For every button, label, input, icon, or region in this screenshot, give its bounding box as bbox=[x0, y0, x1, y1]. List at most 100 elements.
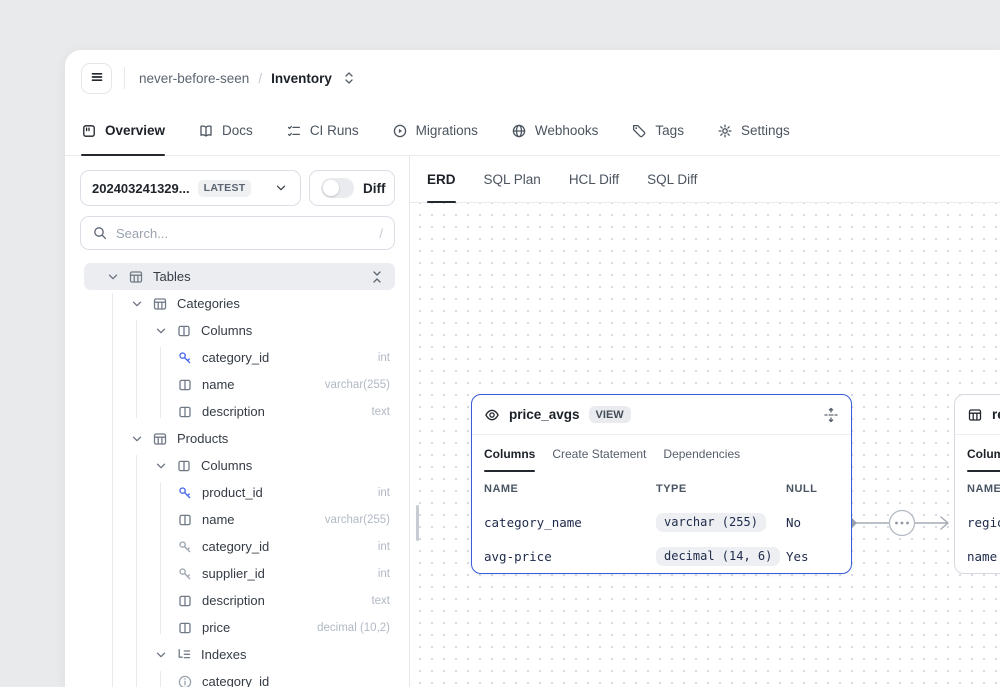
globe-icon bbox=[511, 123, 527, 139]
tree-item-product-id[interactable]: product_idint bbox=[80, 479, 395, 506]
tree-item-label: description bbox=[202, 404, 265, 419]
column-header-name: NAME bbox=[967, 472, 1000, 505]
panel-icon bbox=[81, 123, 97, 139]
tab-docs[interactable]: Docs bbox=[198, 106, 253, 155]
play-circle-icon bbox=[392, 123, 408, 139]
tree-item-label: Columns bbox=[201, 323, 252, 338]
tree-item-columns[interactable]: Columns bbox=[80, 452, 395, 479]
table-grid-icon bbox=[152, 431, 168, 447]
tree-item-indexes[interactable]: Indexes bbox=[80, 641, 395, 668]
tree-item-label: name bbox=[202, 512, 235, 527]
diff-toggle[interactable]: Diff bbox=[309, 170, 395, 206]
key-muted-icon bbox=[177, 566, 193, 582]
columns-icon bbox=[177, 620, 193, 636]
chevron-down-icon[interactable] bbox=[153, 647, 169, 663]
tree-indent-guide bbox=[160, 347, 161, 418]
column-type-label: int bbox=[378, 487, 395, 499]
eye-icon bbox=[484, 407, 500, 423]
tag-icon bbox=[631, 123, 647, 139]
column-type-label: text bbox=[371, 595, 395, 607]
tree-indent-guide bbox=[160, 671, 161, 687]
tab-migrations[interactable]: Migrations bbox=[392, 106, 478, 155]
tab-hcl-diff[interactable]: HCL Diff bbox=[569, 156, 619, 202]
search-box[interactable]: / bbox=[80, 216, 395, 250]
app-window: never-before-seen / Inventory Overview Do… bbox=[65, 50, 1000, 687]
tree-item-products[interactable]: Products bbox=[80, 425, 395, 452]
entity-tab-create-statement[interactable]: Create Statement bbox=[552, 435, 646, 472]
column-name: category_name bbox=[484, 505, 656, 539]
columns-icon bbox=[177, 512, 193, 528]
tab-label: Settings bbox=[741, 123, 790, 138]
latest-badge: LATEST bbox=[198, 180, 252, 197]
breadcrumb-project[interactable]: never-before-seen bbox=[139, 71, 249, 86]
tree-item-price[interactable]: pricedecimal (10,2) bbox=[80, 614, 395, 641]
entity-tab-colum[interactable]: Colum bbox=[967, 435, 1000, 472]
column-name: avg-price bbox=[484, 539, 656, 573]
tree-indent-guide bbox=[136, 455, 137, 687]
tree-item-categories[interactable]: Categories bbox=[80, 290, 395, 317]
table-icon bbox=[967, 407, 983, 423]
breadcrumb: never-before-seen / Inventory bbox=[139, 70, 357, 86]
tab-sql-diff[interactable]: SQL Diff bbox=[647, 156, 697, 202]
chevron-down-icon[interactable] bbox=[105, 269, 121, 285]
entity-tab-dependencies[interactable]: Dependencies bbox=[663, 435, 740, 472]
tab-sql-plan[interactable]: SQL Plan bbox=[484, 156, 541, 202]
erd-canvas[interactable]: price_avgs VIEW Columns Create Statement D… bbox=[410, 203, 1000, 687]
gear-icon bbox=[717, 123, 733, 139]
tab-overview[interactable]: Overview bbox=[81, 106, 165, 155]
hamburger-icon bbox=[89, 69, 105, 88]
tab-erd[interactable]: ERD bbox=[427, 156, 456, 202]
entity-tab-columns[interactable]: Columns bbox=[484, 435, 535, 472]
chevron-updown-icon[interactable] bbox=[341, 70, 357, 86]
tab-settings[interactable]: Settings bbox=[717, 106, 790, 155]
menu-button[interactable] bbox=[81, 63, 112, 94]
tree-item-category-id[interactable]: category_id bbox=[80, 668, 395, 687]
column-name: region bbox=[967, 505, 1000, 539]
tab-tags[interactable]: Tags bbox=[631, 106, 684, 155]
chevron-down-icon[interactable] bbox=[153, 323, 169, 339]
tree-indent-guide bbox=[136, 320, 137, 418]
search-input[interactable] bbox=[116, 226, 371, 241]
tab-label: Docs bbox=[222, 123, 253, 138]
tree-item-label: category_id bbox=[202, 674, 269, 687]
drag-handle-icon[interactable] bbox=[823, 407, 839, 423]
tree-item-columns[interactable]: Columns bbox=[80, 317, 395, 344]
tab-webhooks[interactable]: Webhooks bbox=[511, 106, 599, 155]
key-primary-icon bbox=[177, 350, 193, 366]
screenshot-stage: never-before-seen / Inventory Overview Do… bbox=[0, 0, 1000, 687]
columns-icon bbox=[176, 323, 192, 339]
tree-item-label: supplier_id bbox=[202, 566, 265, 581]
tree-item-description[interactable]: descriptiontext bbox=[80, 398, 395, 425]
tree-item-label: Indexes bbox=[201, 647, 247, 662]
column-nullable: No bbox=[786, 505, 839, 539]
tree-item-category-id[interactable]: category_idint bbox=[80, 533, 395, 560]
app-body: 202403241329... LATEST Diff / TablesCate… bbox=[65, 156, 1000, 687]
column-type-label: int bbox=[378, 541, 395, 553]
tab-label: CI Runs bbox=[310, 123, 359, 138]
column-nullable: Yes bbox=[786, 539, 839, 573]
table-grid-icon bbox=[128, 269, 144, 285]
columns-icon bbox=[177, 377, 193, 393]
collapse-all-icon[interactable] bbox=[369, 269, 395, 285]
chevron-down-icon[interactable] bbox=[129, 431, 145, 447]
tab-ci-runs[interactable]: CI Runs bbox=[286, 106, 359, 155]
chevron-down-icon[interactable] bbox=[153, 458, 169, 474]
tree-item-supplier-id[interactable]: supplier_idint bbox=[80, 560, 395, 587]
entity-card-header: price_avgs VIEW bbox=[472, 395, 851, 435]
relationship-edge[interactable] bbox=[846, 507, 958, 539]
tree-item-name[interactable]: namevarchar(255) bbox=[80, 506, 395, 533]
tree-item-name[interactable]: namevarchar(255) bbox=[80, 371, 395, 398]
breadcrumb-current[interactable]: Inventory bbox=[271, 71, 332, 86]
sidebar: 202403241329... LATEST Diff / TablesCate… bbox=[65, 156, 410, 687]
column-name: name bbox=[967, 539, 1000, 573]
tree-item-category-id[interactable]: category_idint bbox=[80, 344, 395, 371]
entity-card-partial[interactable]: re Colum NAMEregionname bbox=[954, 394, 1000, 574]
version-select[interactable]: 202403241329... LATEST bbox=[80, 170, 301, 206]
tree-item-tables[interactable]: Tables bbox=[84, 263, 395, 290]
chevron-down-icon[interactable] bbox=[129, 296, 145, 312]
canvas-scrollbar[interactable] bbox=[416, 505, 419, 541]
tree-item-label: price bbox=[202, 620, 230, 635]
column-type-label: varchar(255) bbox=[325, 379, 395, 391]
entity-card-price-avgs[interactable]: price_avgs VIEW Columns Create Statement D… bbox=[471, 394, 852, 574]
tree-item-description[interactable]: descriptiontext bbox=[80, 587, 395, 614]
